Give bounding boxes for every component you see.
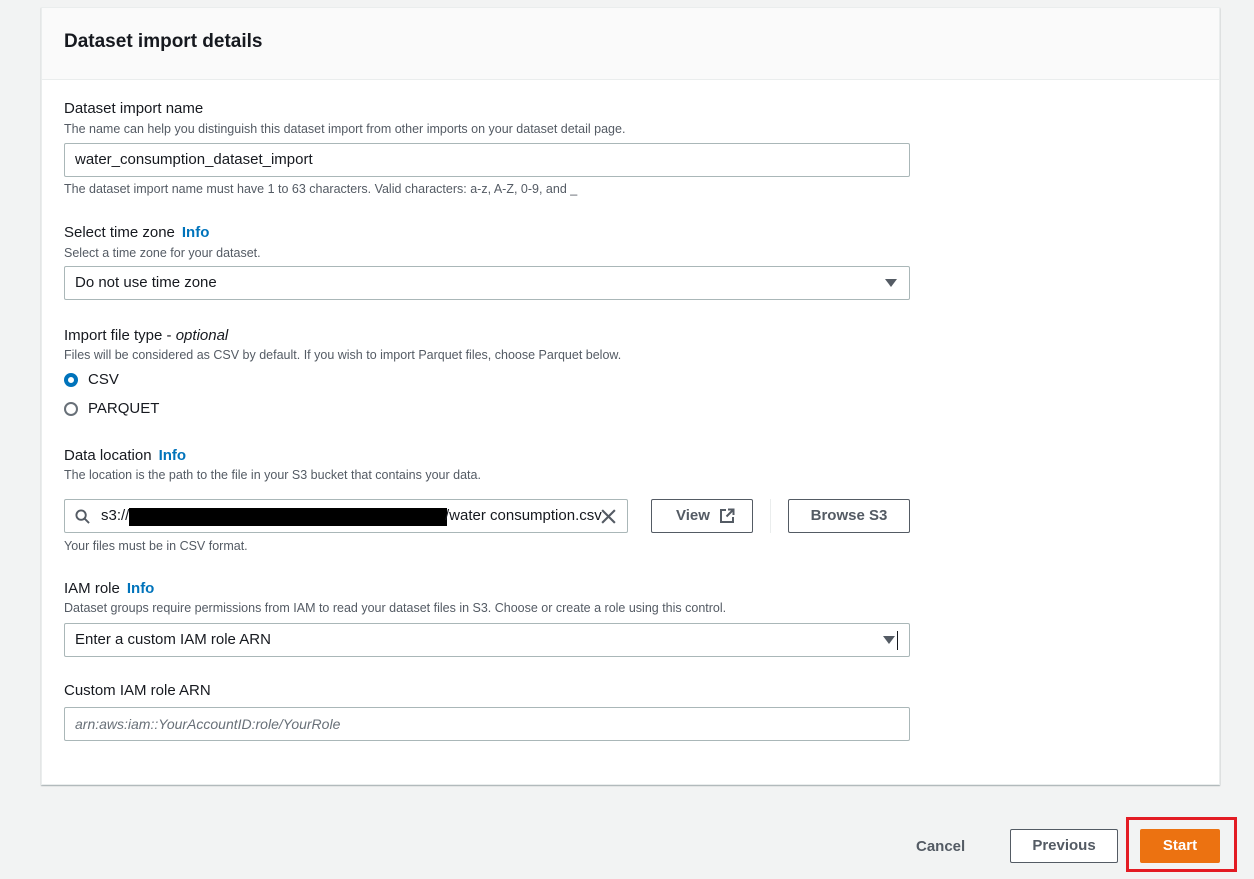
data-location-label: Data location — [64, 447, 152, 464]
view-button-label: View — [676, 507, 710, 524]
clear-icon[interactable] — [600, 508, 617, 525]
external-link-icon — [720, 508, 735, 523]
caret-down-icon — [885, 279, 897, 287]
iam-role-select[interactable]: Enter a custom IAM role ARN — [64, 623, 910, 657]
import-name-description: The name can help you distinguish this d… — [64, 122, 626, 136]
radio-unchecked-icon[interactable] — [64, 402, 78, 416]
radio-checked-icon[interactable] — [64, 373, 78, 387]
time-zone-selected: Do not use time zone — [75, 274, 217, 291]
time-zone-label-row: Select time zone Info — [64, 224, 209, 241]
time-zone-info-link[interactable]: Info — [182, 224, 210, 241]
s3-suffix: /water consumption.csv — [445, 507, 602, 524]
data-location-label-row: Data location Info — [64, 447, 186, 464]
data-location-hint: Your files must be in CSV format. — [64, 539, 248, 553]
browse-s3-button[interactable]: Browse S3 — [788, 499, 910, 533]
file-type-label-row: Import file type - optional — [64, 327, 228, 344]
iam-role-description: Dataset groups require permissions from … — [64, 601, 727, 615]
file-type-description: Files will be considered as CSV by defau… — [64, 348, 622, 362]
custom-arn-label: Custom IAM role ARN — [64, 682, 211, 699]
custom-arn-input[interactable]: arn:aws:iam::YourAccountID:role/YourRole — [64, 707, 910, 741]
custom-arn-placeholder: arn:aws:iam::YourAccountID:role/YourRole — [75, 716, 341, 732]
time-zone-description: Select a time zone for your dataset. — [64, 246, 261, 260]
previous-button[interactable]: Previous — [1010, 829, 1118, 863]
s3-prefix: s3:// — [101, 507, 130, 524]
panel-header: Dataset import details — [42, 8, 1219, 80]
time-zone-label: Select time zone — [64, 224, 175, 241]
s3-location-input[interactable]: s3:// /water consumption.csv — [64, 499, 628, 533]
search-icon — [75, 509, 90, 524]
file-type-optional: optional — [175, 327, 229, 344]
iam-role-info-link[interactable]: Info — [127, 580, 155, 597]
cancel-button[interactable]: Cancel — [916, 838, 965, 855]
file-type-label: Import file type - — [64, 327, 172, 344]
iam-role-label-row: IAM role Info — [64, 580, 154, 597]
redacted-bucket-path — [129, 508, 447, 526]
data-location-info-link[interactable]: Info — [159, 447, 187, 464]
import-name-constraint: The dataset import name must have 1 to 6… — [64, 182, 578, 196]
import-name-input[interactable]: water_consumption_dataset_import — [64, 143, 910, 177]
radio-label-parquet: PARQUET — [88, 400, 160, 417]
import-name-value: water_consumption_dataset_import — [75, 151, 313, 168]
start-button[interactable]: Start — [1140, 829, 1220, 863]
text-cursor — [897, 631, 898, 650]
import-name-label: Dataset import name — [64, 100, 204, 117]
panel-title: Dataset import details — [64, 31, 263, 52]
time-zone-select[interactable]: Do not use time zone — [64, 266, 910, 300]
view-button[interactable]: View — [651, 499, 753, 533]
iam-role-selected: Enter a custom IAM role ARN — [75, 631, 271, 648]
button-divider — [770, 499, 771, 533]
iam-role-label: IAM role — [64, 580, 120, 597]
caret-down-icon — [883, 636, 895, 644]
radio-label-csv: CSV — [88, 371, 119, 388]
data-location-description: The location is the path to the file in … — [64, 468, 481, 482]
